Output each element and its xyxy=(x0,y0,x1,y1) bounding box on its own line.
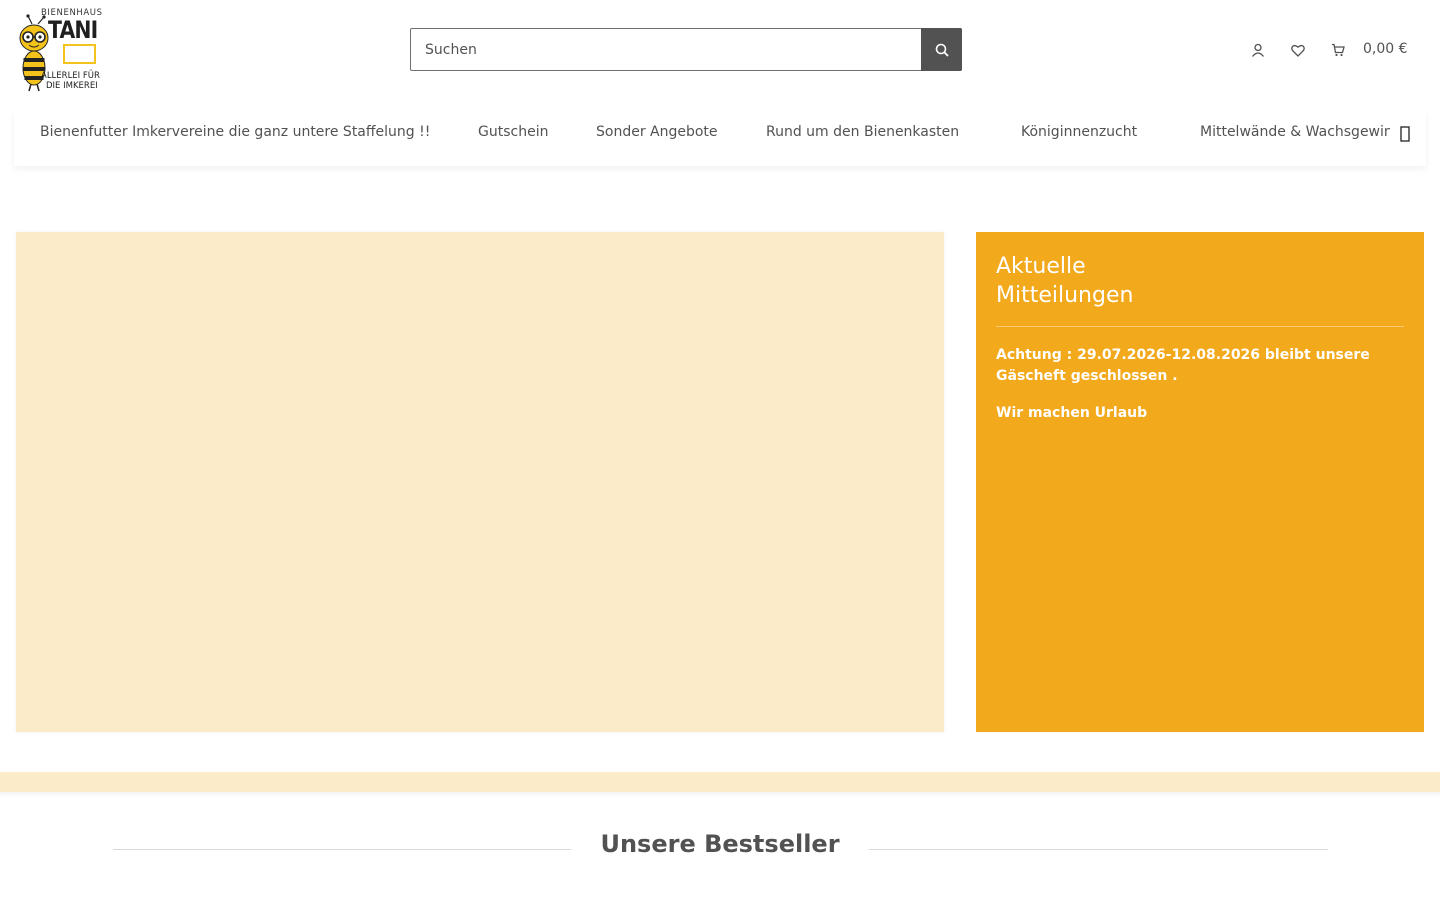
nav-item-bienenfutter[interactable]: Bienenfutter Imkervereine die ganz unter… xyxy=(40,124,430,140)
news-divider xyxy=(996,326,1404,327)
site-header: BIENENHAUS TANI ALLERLEI FÜR DIE IMKEREI xyxy=(0,0,1440,100)
chevron-right-icon xyxy=(1400,126,1410,142)
nav-item-label: Gutschein xyxy=(478,124,549,140)
news-title: Aktuelle Mitteilungen xyxy=(996,252,1196,310)
user-icon xyxy=(1251,43,1265,57)
site-logo[interactable]: BIENENHAUS TANI ALLERLEI FÜR DIE IMKEREI xyxy=(14,8,106,94)
section-band xyxy=(0,772,1440,792)
account-button[interactable] xyxy=(1249,40,1267,60)
news-message-closure: Achtung : 29.07.2026-12.08.2026 bleibt u… xyxy=(996,347,1370,384)
search-input[interactable] xyxy=(411,29,921,70)
logo-tagline-1: ALLERLEI FÜR xyxy=(41,71,100,81)
nav-item-gutschein[interactable]: Gutschein xyxy=(478,124,548,140)
section-band-shadow xyxy=(0,792,1440,798)
nav-item-koeniginnenzucht[interactable]: Königinnenzucht xyxy=(1021,124,1145,140)
nav-item-sonder-angebote[interactable]: Sonder Angebote xyxy=(596,124,718,140)
news-message-vacation: Wir machen Urlaub xyxy=(996,405,1148,421)
heart-icon xyxy=(1291,44,1305,57)
search-bar xyxy=(410,28,962,71)
nav-item-label: Sonder Angebote xyxy=(596,124,718,140)
news-panel: Aktuelle Mitteilungen Achtung : 29.07.20… xyxy=(976,232,1424,732)
cart-button[interactable] xyxy=(1329,40,1347,60)
nav-item-label: Bienenfutter Imkervereine die ganz unter… xyxy=(40,124,431,140)
logo-box xyxy=(63,44,96,64)
wishlist-button[interactable] xyxy=(1289,40,1307,60)
news-title-line-2: Mitteilungen xyxy=(996,283,1134,308)
logo-tagline-2: DIE IMKEREI xyxy=(46,81,98,91)
nav-item-mittelwaende[interactable]: Mittelwände & Wachsgewin xyxy=(1200,124,1393,140)
search-icon xyxy=(935,43,949,57)
nav-item-label: Königinnenzucht xyxy=(1021,124,1138,140)
cart-total[interactable]: 0,00 € xyxy=(1363,41,1408,57)
search-button[interactable] xyxy=(921,28,962,71)
bestseller-heading: Unsere Bestseller xyxy=(600,830,840,858)
logo-name: TANI xyxy=(48,16,98,44)
news-title-line-1: Aktuelle xyxy=(996,254,1086,279)
hero-banner[interactable] xyxy=(16,232,944,732)
nav-item-bienenkasten[interactable]: Rund um den Bienenkasten xyxy=(766,124,967,140)
nav-scroll-next-button[interactable] xyxy=(1390,120,1420,148)
main-navigation: Bienenfutter Imkervereine die ganz unter… xyxy=(14,110,1426,166)
nav-item-label: Rund um den Bienenkasten xyxy=(766,124,960,140)
nav-item-label: Mittelwände & Wachsgewin xyxy=(1200,124,1393,140)
cart-icon xyxy=(1332,43,1345,57)
